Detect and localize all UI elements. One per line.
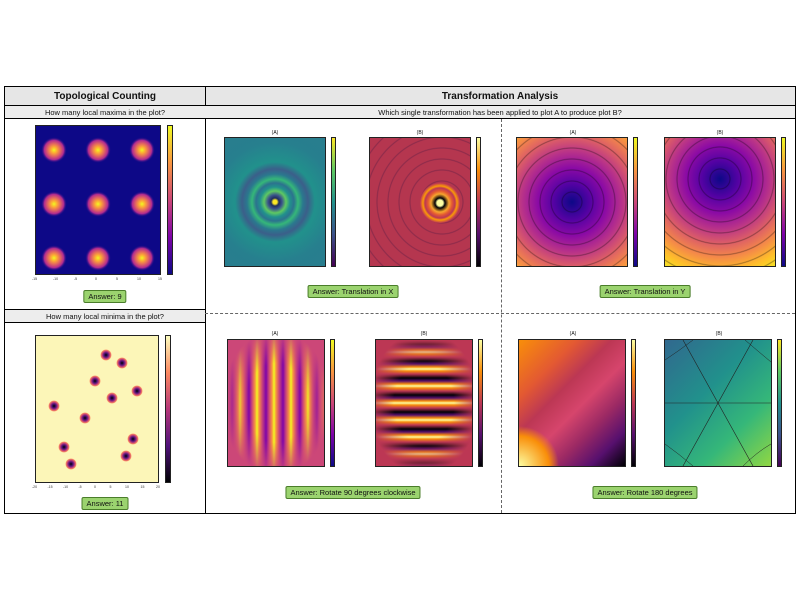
panel2-plot-a xyxy=(516,137,628,267)
minima-plot xyxy=(35,335,159,483)
maxima-x-tick: 15 xyxy=(158,277,162,281)
question-transformation: Which single transformation has been app… xyxy=(205,106,795,119)
panel2-plot-b xyxy=(664,137,776,267)
panel4-answer: Answer: Rotate 180 degrees xyxy=(592,486,698,499)
maxima-x-tick: 10 xyxy=(137,277,141,281)
panel-divider-horizontal xyxy=(205,313,795,314)
right-column-title: Transformation Analysis xyxy=(205,87,795,106)
panel1-answer: Answer: Translation in X xyxy=(307,285,399,298)
question-maxima: How many local maxima in the plot? xyxy=(5,106,205,119)
left-column-title: Topological Counting xyxy=(5,87,205,106)
panel2-answer: Answer: Translation in Y xyxy=(599,285,691,298)
minima-x-tick: -20 xyxy=(32,485,38,489)
maxima-x-tick: 0 xyxy=(95,277,97,281)
panel1-label-a: (A) xyxy=(271,130,279,136)
panel1-label-b: (B) xyxy=(416,130,424,136)
panel3-plot-a xyxy=(227,339,325,467)
panel3-answer: Answer: Rotate 90 degrees clockwise xyxy=(285,486,421,499)
panel3-colorbar-b xyxy=(478,339,483,467)
panel4-plot-a xyxy=(518,339,626,467)
minima-x-tick: 20 xyxy=(156,485,160,489)
panel3-label-b: (B) xyxy=(420,331,428,337)
maxima-x-tick: -15 xyxy=(32,277,38,281)
panel4-label-a: (A) xyxy=(569,331,577,337)
panel3-label-a: (A) xyxy=(271,331,279,337)
maxima-x-tick: 5 xyxy=(116,277,118,281)
panel1-plot-a xyxy=(224,137,326,267)
answer-minima: Answer: 11 xyxy=(81,497,129,510)
minima-x-tick: -5 xyxy=(78,485,82,489)
maxima-x-tick: -5 xyxy=(74,277,78,281)
panel4-colorbar-a xyxy=(631,339,636,467)
minima-x-tick: 5 xyxy=(109,485,112,489)
minima-x-tick: -15 xyxy=(47,485,53,489)
maxima-x-tick: -10 xyxy=(53,277,59,281)
minima-x-tick: 10 xyxy=(125,485,129,489)
panel1-colorbar-b xyxy=(476,137,481,267)
panel4-colorbar-b xyxy=(777,339,782,467)
panel3-colorbar-a xyxy=(330,339,335,467)
question-minima: How many local minima in the plot? xyxy=(5,310,205,323)
minima-x-tick: -10 xyxy=(63,485,69,489)
panel1-plot-b xyxy=(369,137,471,267)
minima-x-tick: 15 xyxy=(140,485,145,489)
maxima-colorbar xyxy=(167,125,173,275)
panel2-colorbar-b xyxy=(781,137,786,267)
maxima-peaks xyxy=(41,137,155,271)
minima-colorbar xyxy=(165,335,171,483)
column-divider xyxy=(205,87,206,513)
answer-maxima: Answer: 9 xyxy=(83,290,127,303)
panel-divider-vertical xyxy=(501,119,502,513)
main-frame: Topological Counting Transformation Anal… xyxy=(4,86,796,514)
panel2-label-b: (B) xyxy=(716,130,724,136)
panel2-label-a: (A) xyxy=(569,130,577,136)
panel4-plot-b xyxy=(664,339,772,467)
panel2-colorbar-a xyxy=(633,137,638,267)
panel3-plot-b xyxy=(375,339,473,467)
panel1-colorbar-a xyxy=(331,137,336,267)
minima-x-tick: 0 xyxy=(94,485,96,489)
panel4-label-b: (B) xyxy=(715,331,723,337)
maxima-plot xyxy=(35,125,161,275)
